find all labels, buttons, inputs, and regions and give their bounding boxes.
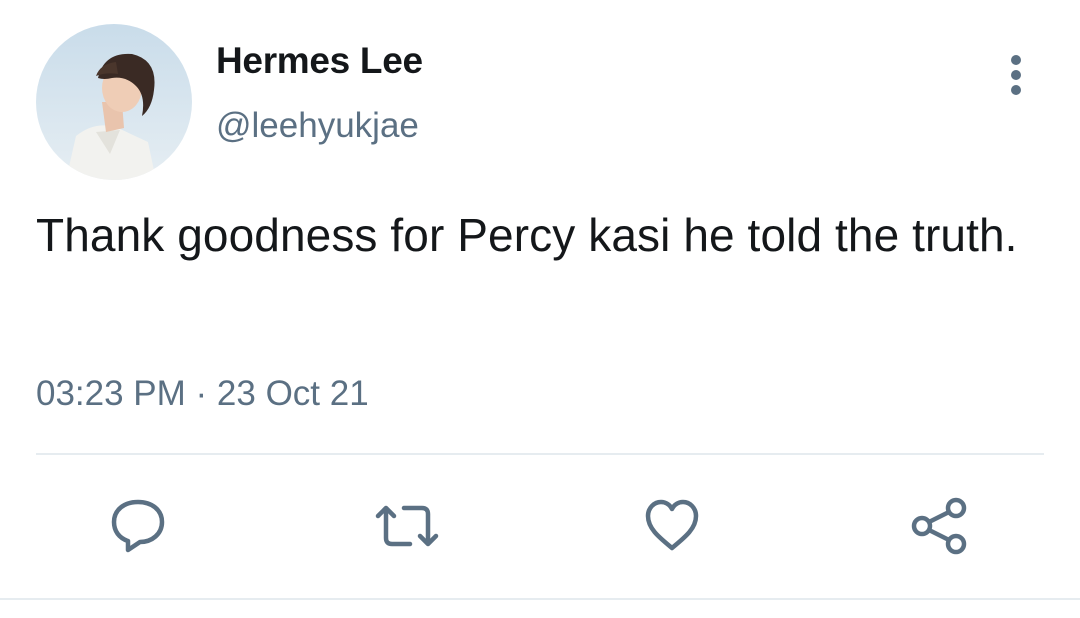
user-handle[interactable]: @leehyukjae [216,106,419,146]
retweet-icon [375,505,439,547]
tweet-timestamp[interactable]: 03:23 PM · 23 Oct 21 [36,374,369,414]
tweet-time: 03:23 PM [36,374,186,413]
meta-separator: · [185,374,217,413]
reply-button[interactable] [108,496,168,556]
heart-icon [645,499,699,551]
tweet-text: Thank goodness for Percy kasi he told th… [36,209,1018,261]
like-button[interactable] [642,496,702,556]
retweet-button[interactable] [372,496,439,556]
display-name[interactable]: Hermes Lee [216,40,423,82]
more-vertical-icon [1011,55,1021,95]
tweet-card: Hermes Lee @leehyukjae Thank goodness fo… [0,0,1080,618]
divider [0,598,1080,600]
share-icon [911,497,967,555]
tweet-date: 23 Oct 21 [216,374,369,413]
divider [36,453,1044,455]
more-options-button[interactable] [996,52,1036,98]
reply-icon [111,499,165,553]
share-button[interactable] [908,496,968,556]
avatar[interactable] [36,24,192,180]
avatar-image [36,24,192,180]
